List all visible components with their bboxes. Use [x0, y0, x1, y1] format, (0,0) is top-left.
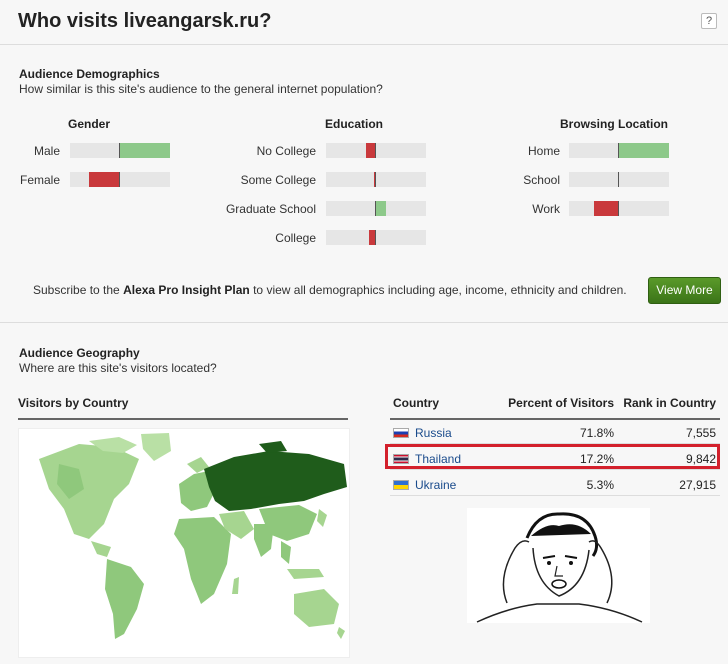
bar-fill — [376, 201, 386, 216]
bar-fill — [619, 143, 669, 158]
page-title: Who visits liveangarsk.ru? — [18, 10, 272, 32]
bar-fill — [594, 201, 619, 216]
demographics-subtitle: How similar is this site's audience to t… — [19, 82, 383, 96]
education-bar-graduate-school — [326, 201, 426, 216]
meme-face-image — [467, 508, 650, 623]
subscribe-plan-name: Alexa Pro Insight Plan — [123, 283, 250, 297]
location-label-school: School — [523, 173, 560, 187]
row-divider — [390, 469, 720, 470]
section-divider — [0, 322, 728, 323]
education-bar-no-college — [326, 143, 426, 158]
education-label-some-college: Some College — [240, 173, 316, 187]
bar-baseline — [618, 172, 619, 187]
location-label-home: Home — [527, 144, 560, 158]
bar-baseline — [618, 143, 619, 158]
help-button[interactable]: ? — [701, 13, 717, 29]
country-link[interactable]: Ukraine — [415, 478, 456, 492]
education-bar-college — [326, 230, 426, 245]
percent-cell: 5.3% — [586, 478, 614, 492]
flag-icon — [393, 428, 409, 438]
flag-icon — [393, 480, 409, 490]
rank-cell: 7,555 — [685, 426, 716, 440]
subscribe-pre: Subscribe to the — [33, 283, 124, 297]
bar-fill — [89, 172, 120, 187]
visitors-by-country-heading: Visitors by Country — [18, 396, 129, 410]
gender-label-male: Male — [33, 144, 60, 158]
location-heading: Browsing Location — [560, 117, 668, 131]
location-bar-home — [569, 143, 669, 158]
world-map[interactable] — [18, 428, 350, 658]
geography-title: Audience Geography — [19, 346, 140, 360]
row-divider — [390, 495, 720, 496]
thailand-highlight-box — [385, 444, 720, 469]
table-header-rank-in-country[interactable]: Rank in Country — [623, 396, 716, 410]
demographics-title: Audience Demographics — [19, 67, 160, 81]
bar-baseline — [618, 201, 619, 216]
gender-label-female: Female — [19, 173, 60, 187]
header-divider — [0, 44, 728, 45]
gender-heading: Gender — [68, 117, 111, 131]
subscribe-post: to view all demographics including age, … — [249, 283, 627, 297]
meme-face-drawing — [476, 512, 643, 623]
gender-bar-female — [70, 172, 170, 187]
education-heading: Education — [325, 117, 384, 131]
percent-cell: 71.8% — [579, 426, 614, 440]
table-header-percent-of-visitors[interactable]: Percent of Visitors — [508, 396, 614, 410]
bar-baseline — [375, 143, 376, 158]
subscribe-text: Subscribe to the Alexa Pro Insight Plan … — [33, 283, 627, 297]
world-map-graphic — [39, 433, 347, 639]
view-more-button[interactable]: View More — [648, 277, 721, 304]
table-heading-rule — [390, 418, 720, 420]
map-heading-rule — [18, 418, 348, 420]
geography-subtitle: Where are this site's visitors located? — [19, 361, 217, 375]
bar-fill — [120, 143, 170, 158]
bar-baseline — [119, 172, 120, 187]
location-bar-work — [569, 201, 669, 216]
education-label-no-college: No College — [256, 144, 316, 158]
education-label-college: College — [275, 231, 316, 245]
table-header-country[interactable]: Country — [393, 396, 439, 410]
bar-baseline — [375, 201, 376, 216]
location-label-work: Work — [532, 202, 560, 216]
gender-bar-male — [70, 143, 170, 158]
education-label-graduate-school: Graduate School — [225, 202, 316, 216]
bar-baseline — [119, 143, 120, 158]
bar-baseline — [375, 172, 376, 187]
rank-cell: 27,915 — [679, 478, 716, 492]
education-bar-some-college — [326, 172, 426, 187]
bar-baseline — [375, 230, 376, 245]
location-bar-school — [569, 172, 669, 187]
country-link[interactable]: Russia — [415, 426, 452, 440]
